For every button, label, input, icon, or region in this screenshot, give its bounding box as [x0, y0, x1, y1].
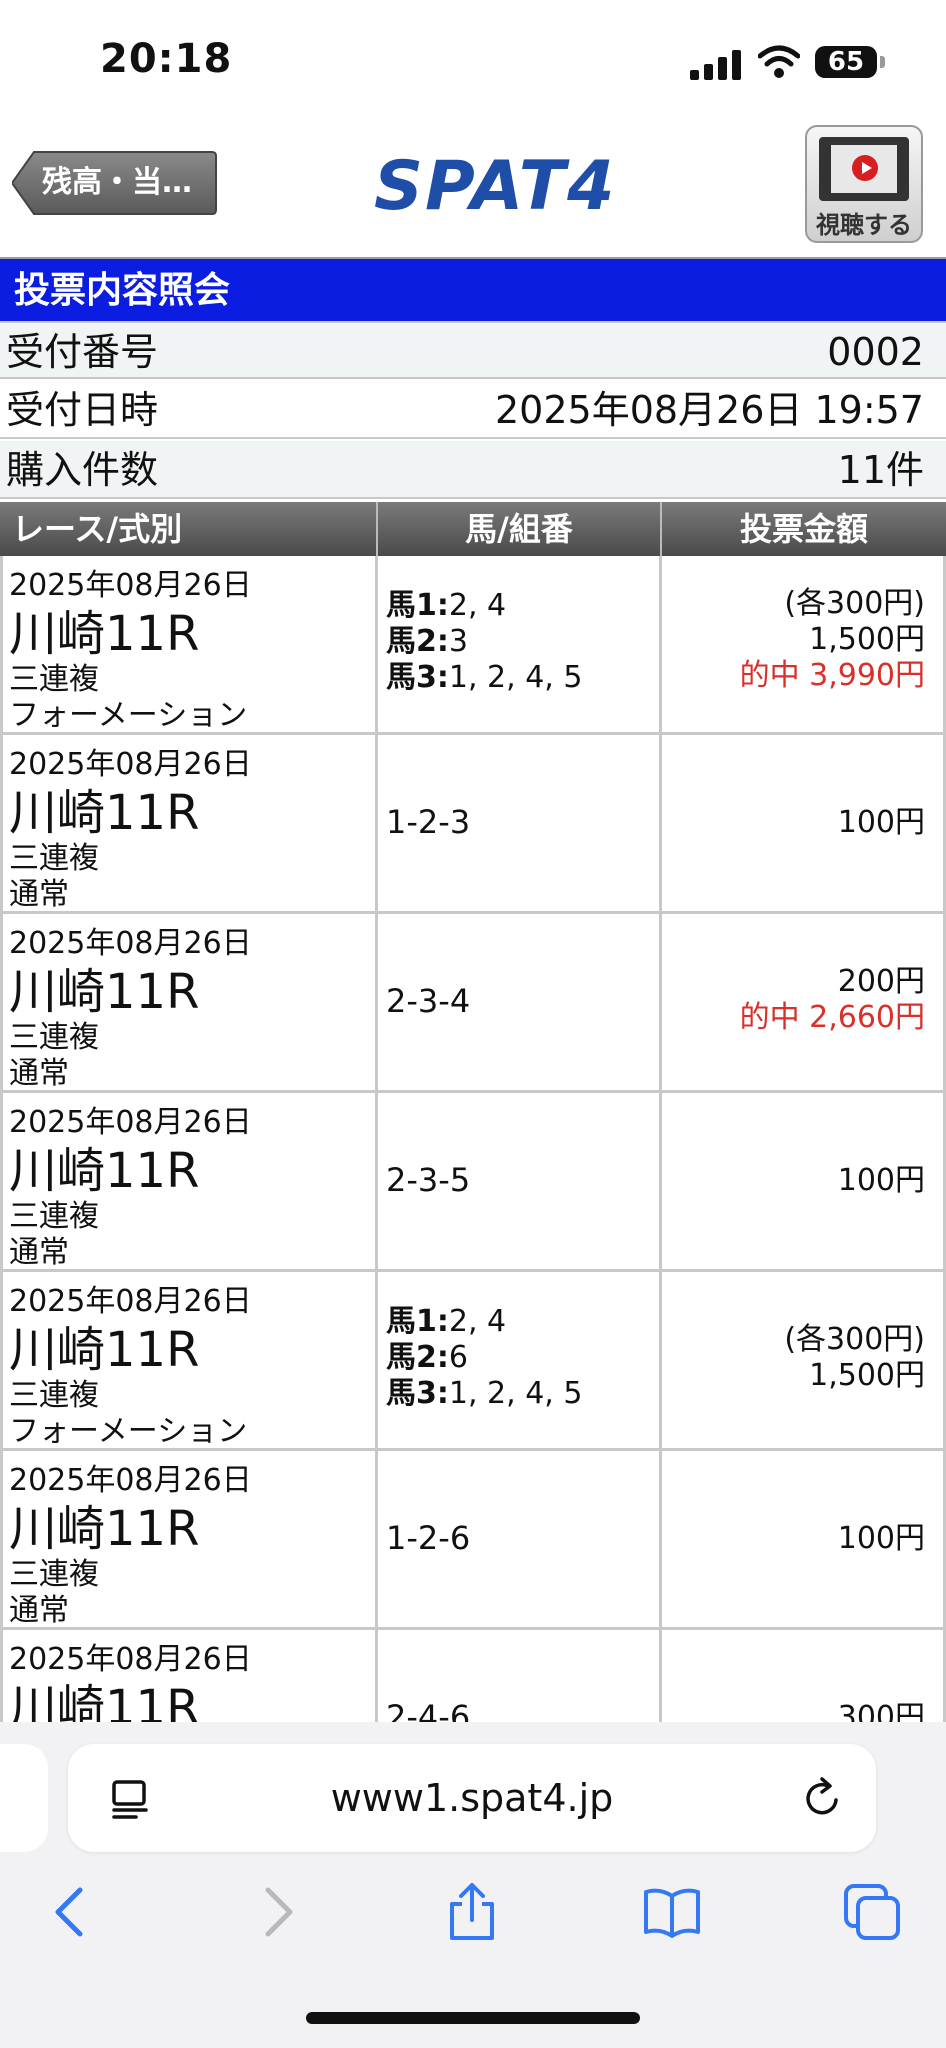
total-amount: 100円 [837, 1521, 925, 1556]
table-row: 2025年08月26日 川崎11R 三連複 フォーメーション 馬1:2, 4 馬… [0, 1272, 946, 1451]
info-row-purchase-count: 購入件数 11件 [0, 441, 946, 499]
amount-cell: (各300円) 1,500円 的中 3,990円 [662, 556, 946, 732]
info-row-receipt-number: 受付番号 0002 [0, 321, 946, 379]
info-label: 受付番号 [6, 330, 159, 374]
table-row: 2025年08月26日 川崎11R 三連複 通常 2-3-4 200円 的中 2… [0, 914, 946, 1093]
home-indicator [306, 2012, 640, 2024]
info-row-receipt-datetime: 受付日時 2025年08月26日 19:57 [0, 381, 946, 439]
amount-lines: 200円 的中 2,660円 [740, 964, 925, 1036]
race-cell: 2025年08月26日 川崎11R 三連複 フォーメーション [0, 1272, 378, 1449]
play-icon [852, 155, 878, 181]
total-amount: 1,500円 [809, 1358, 925, 1393]
hit-amount: 的中 3,990円 [739, 658, 925, 693]
site-header: 残高・当… SPAT4 視聴する [0, 125, 946, 257]
back-button-label: 残高・当… [42, 165, 192, 200]
reload-icon[interactable] [800, 1776, 844, 1820]
battery-cap [880, 56, 885, 68]
amount-lines: (各300円) 1,500円 [784, 1322, 925, 1394]
each-amount: (各300円) [784, 586, 925, 621]
back-arrow-icon[interactable] [42, 1882, 102, 1942]
info-value: 11件 [837, 448, 924, 492]
race-cell: 2025年08月26日 川崎11R 三連複 通常 [0, 1451, 378, 1628]
hit-amount: 的中 2,660円 [739, 1000, 925, 1035]
combo-value: 1-2-6 [386, 1519, 471, 1557]
column-header-race: レース/式別 [0, 502, 378, 556]
amount-cell: 100円 [662, 1451, 946, 1627]
previous-tab-stub[interactable] [0, 1744, 48, 1852]
url-text[interactable]: www1.spat4.jp [68, 1744, 876, 1852]
bet-method: 通常 [9, 1235, 69, 1270]
table-header: レース/式別 馬/組番 投票金額 [0, 502, 946, 556]
column-header-combo: 馬/組番 [378, 502, 662, 556]
race-cell: 2025年08月26日 川崎11R 三連複 フォーメーション [0, 556, 378, 733]
bookmarks-icon[interactable] [642, 1882, 702, 1942]
each-amount: (各300円) [784, 1322, 925, 1357]
amount-cell: 200円 的中 2,660円 [662, 914, 946, 1090]
total-amount: 100円 [837, 805, 925, 840]
tabs-icon[interactable] [842, 1882, 902, 1942]
combo-value: 2-3-5 [386, 1161, 471, 1199]
info-value: 0002 [827, 330, 924, 374]
combo-lines: 馬1:2, 4 馬2:6 馬3:1, 2, 4, 5 [386, 1304, 583, 1411]
back-balance-button[interactable]: 残高・当… [12, 150, 217, 216]
combo-cell: 馬1:2, 4 馬2:6 馬3:1, 2, 4, 5 [378, 1272, 662, 1448]
amount-cell: 100円 [662, 1093, 946, 1269]
info-label: 購入件数 [6, 448, 159, 492]
watch-label: 視聴する [816, 211, 912, 239]
page-title: 投票内容照会 [0, 257, 946, 321]
column-header-amount: 投票金額 [739, 510, 868, 548]
bet-method: フォーメーション [9, 1414, 248, 1449]
total-amount: 100円 [837, 1163, 925, 1198]
combo-cell: 1-2-3 [378, 735, 662, 911]
combo-cell: 1-2-6 [378, 1451, 662, 1627]
race-cell: 2025年08月26日 川崎11R 三連複 通常 [0, 914, 378, 1091]
bet-method: 通常 [9, 1056, 69, 1091]
info-label: 受付日時 [6, 388, 159, 432]
total-amount: 1,500円 [809, 622, 925, 657]
combo-value: 1-2-3 [386, 803, 471, 841]
status-time: 20:18 [100, 36, 233, 82]
watch-video-button[interactable]: 視聴する [805, 125, 923, 243]
table-row: 2025年08月26日 川崎11R 三連複 通常 2-3-5 100円 [0, 1093, 946, 1272]
forward-arrow-icon[interactable] [246, 1882, 306, 1942]
table-row: 2025年08月26日 川崎11R 三連複 通常 1-2-3 100円 [0, 735, 946, 914]
race-cell: 2025年08月26日 川崎11R 三連複 通常 [0, 735, 378, 912]
combo-lines: 馬1:2, 4 馬2:3 馬3:1, 2, 4, 5 [386, 588, 583, 695]
info-value: 2025年08月26日 19:57 [494, 388, 924, 432]
table-row: 2025年08月26日 川崎11R 三連複 フォーメーション 馬1:2, 4 馬… [0, 556, 946, 735]
wifi-icon [758, 45, 800, 78]
bet-method: 通常 [9, 1593, 69, 1628]
table-row: 2025年08月26日 川崎11R 三連複 通常 1-2-6 100円 [0, 1451, 946, 1630]
battery-icon: 65 [815, 46, 877, 78]
share-icon[interactable] [442, 1882, 502, 1942]
bet-method: 通常 [9, 877, 69, 912]
total-amount: 200円 [837, 964, 925, 999]
bet-method: フォーメーション [9, 698, 248, 733]
spat4-logo: SPAT4 [374, 147, 617, 226]
combo-cell: 2-3-4 [378, 914, 662, 1090]
status-bar: 20:18 65 [0, 0, 946, 125]
race-cell: 2025年08月26日 川崎11R 三連複 通常 [0, 1093, 378, 1270]
browser-toolbar: www1.spat4.jp [0, 1722, 946, 2048]
film-icon [819, 137, 909, 201]
combo-cell: 2-3-5 [378, 1093, 662, 1269]
cellular-signal-icon [690, 48, 742, 80]
amount-cell: 100円 [662, 735, 946, 911]
address-bar[interactable]: www1.spat4.jp [68, 1744, 876, 1852]
amount-lines: (各300円) 1,500円 的中 3,990円 [740, 586, 925, 694]
amount-cell: (各300円) 1,500円 [662, 1272, 946, 1448]
combo-cell: 馬1:2, 4 馬2:3 馬3:1, 2, 4, 5 [378, 556, 662, 732]
combo-value: 2-3-4 [386, 982, 471, 1020]
